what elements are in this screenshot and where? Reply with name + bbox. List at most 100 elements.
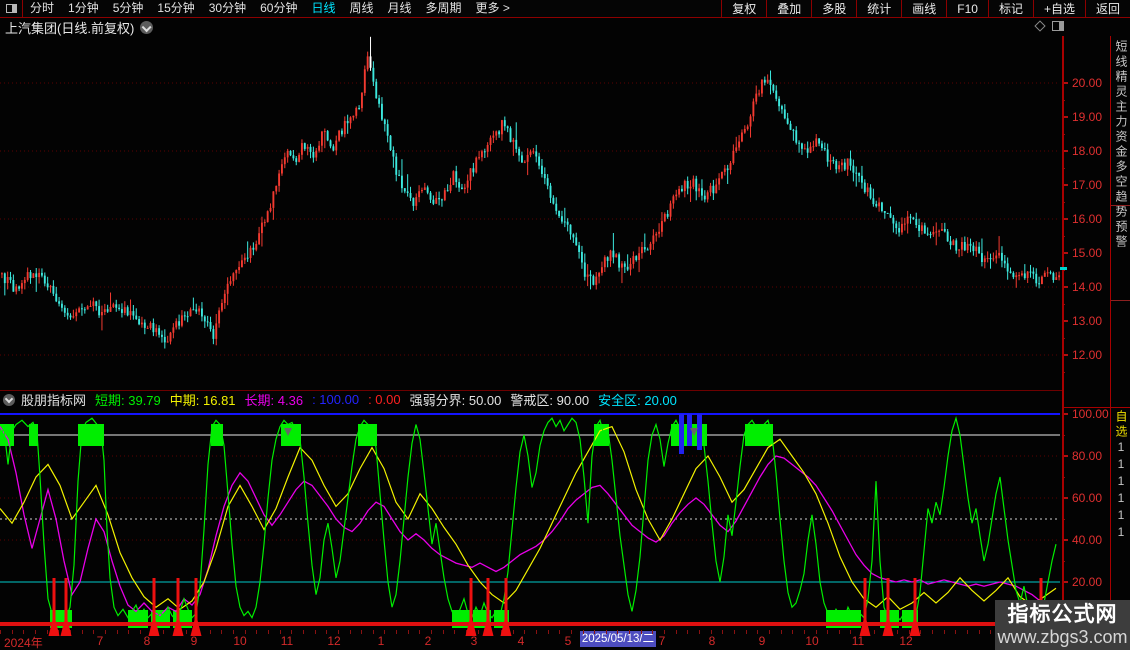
date-label: 10: [805, 634, 819, 648]
date-tick: [267, 630, 269, 634]
candle-body: [955, 240, 958, 251]
right-sidebar[interactable]: 短线精灵主力资金多空趋势预警: [1111, 40, 1130, 388]
candle-wick: [830, 154, 832, 170]
candle-body: [235, 270, 238, 274]
candle-body: [1012, 272, 1015, 278]
date-label: 4: [517, 634, 525, 648]
date-tick: [34, 630, 36, 634]
right-sidebar-lower[interactable]: 自选111111: [1111, 410, 1130, 628]
date-tick: [314, 630, 316, 634]
candle-body: [938, 230, 941, 232]
candle-body: [966, 243, 969, 251]
date-tick: [407, 630, 409, 634]
candle-body: [438, 198, 441, 200]
candle-body: [415, 197, 418, 206]
candle-body: [746, 126, 749, 129]
candle-body: [123, 307, 126, 313]
period-tab-8[interactable]: 月线: [381, 0, 419, 17]
candle-body: [226, 283, 229, 294]
toolbar-button-7[interactable]: +自选: [1032, 0, 1085, 17]
candle-body: [978, 246, 981, 254]
candle-body: [801, 143, 803, 149]
candle-body: [109, 307, 112, 312]
toolbar-button-8[interactable]: 返回: [1084, 0, 1130, 17]
period-tab-9[interactable]: 多周期: [419, 0, 469, 17]
candle-body: [455, 171, 458, 183]
candle-body: [372, 67, 375, 82]
candle-body: [886, 212, 889, 214]
candle-body: [555, 203, 558, 211]
candle-body: [83, 309, 86, 311]
layout-icon[interactable]: [0, 0, 23, 17]
date-tick: [104, 630, 106, 634]
period-tab-3[interactable]: 15分钟: [150, 0, 201, 17]
candle-wick: [407, 174, 409, 197]
window-split-icon[interactable]: [1052, 21, 1064, 31]
period-tab-6[interactable]: 日线: [304, 0, 342, 17]
candle-body: [238, 267, 241, 271]
candle-body: [1052, 273, 1055, 280]
candle-body: [803, 148, 806, 150]
candle-body: [1035, 273, 1038, 284]
candle-body: [629, 263, 632, 270]
candle-wick: [612, 233, 614, 264]
candle-body: [478, 157, 481, 159]
candle-body: [592, 276, 595, 285]
toolbar-button-0[interactable]: 复权: [721, 0, 766, 17]
diamond-icon[interactable]: [1034, 20, 1046, 32]
candle-body: [246, 257, 249, 259]
candle-body: [935, 231, 938, 233]
candle-body: [626, 266, 629, 270]
candle-body: [958, 249, 961, 251]
candle-body: [898, 228, 901, 233]
date-tick: [547, 630, 549, 634]
sidebar-divider-line: [1110, 36, 1111, 650]
period-tab-4[interactable]: 30分钟: [202, 0, 253, 17]
candle-body: [49, 285, 52, 288]
date-tick: [966, 630, 968, 634]
period-tab-5[interactable]: 60分钟: [253, 0, 304, 17]
date-label: 11: [851, 634, 865, 648]
period-tab-10[interactable]: 更多 >: [469, 0, 517, 17]
date-tick: [11, 630, 13, 634]
toolbar-button-6[interactable]: 标记: [987, 0, 1033, 17]
candle-body: [669, 203, 672, 217]
candle-body: [463, 187, 466, 189]
toolbar-button-2[interactable]: 多股: [811, 0, 856, 17]
period-tab-1[interactable]: 1分钟: [61, 0, 106, 17]
toolbar-button-1[interactable]: 叠加: [766, 0, 811, 17]
candle-body: [781, 106, 783, 110]
indicator-chart[interactable]: [0, 390, 1062, 636]
candle-body: [232, 273, 235, 282]
candle-body: [69, 315, 72, 318]
candle-body: [186, 316, 189, 318]
chevron-down-icon[interactable]: [140, 20, 154, 34]
toolbar-button-4[interactable]: 画线: [901, 0, 946, 17]
candle-wick: [24, 277, 26, 290]
main-candlestick-chart[interactable]: [0, 36, 1062, 390]
candle-body: [1038, 283, 1041, 285]
candle-wick: [141, 316, 143, 328]
toolbar-button-3[interactable]: 统计: [856, 0, 901, 17]
period-tab-7[interactable]: 周线: [342, 0, 380, 17]
candle-body: [995, 255, 998, 259]
candle-body: [429, 192, 432, 200]
candle-body: [272, 191, 275, 208]
period-tab-0[interactable]: 分时: [23, 0, 61, 17]
date-label: 12: [327, 634, 341, 648]
buy-arrow-stem: [863, 578, 867, 620]
toolbar-button-5[interactable]: F10: [946, 0, 988, 17]
candle-body: [763, 79, 766, 83]
candle-wick: [564, 207, 566, 228]
indicator-collapse-icon[interactable]: [3, 393, 15, 406]
period-tab-2[interactable]: 5分钟: [106, 0, 151, 17]
candle-body: [926, 233, 929, 235]
date-label: 11: [280, 634, 294, 648]
candle-body: [518, 148, 521, 156]
date-label: 1: [377, 634, 385, 648]
date-tick: [302, 630, 304, 634]
candle-wick: [478, 150, 480, 160]
candle-body: [661, 221, 663, 232]
candle-body: [175, 321, 178, 328]
candle-body: [861, 175, 863, 183]
